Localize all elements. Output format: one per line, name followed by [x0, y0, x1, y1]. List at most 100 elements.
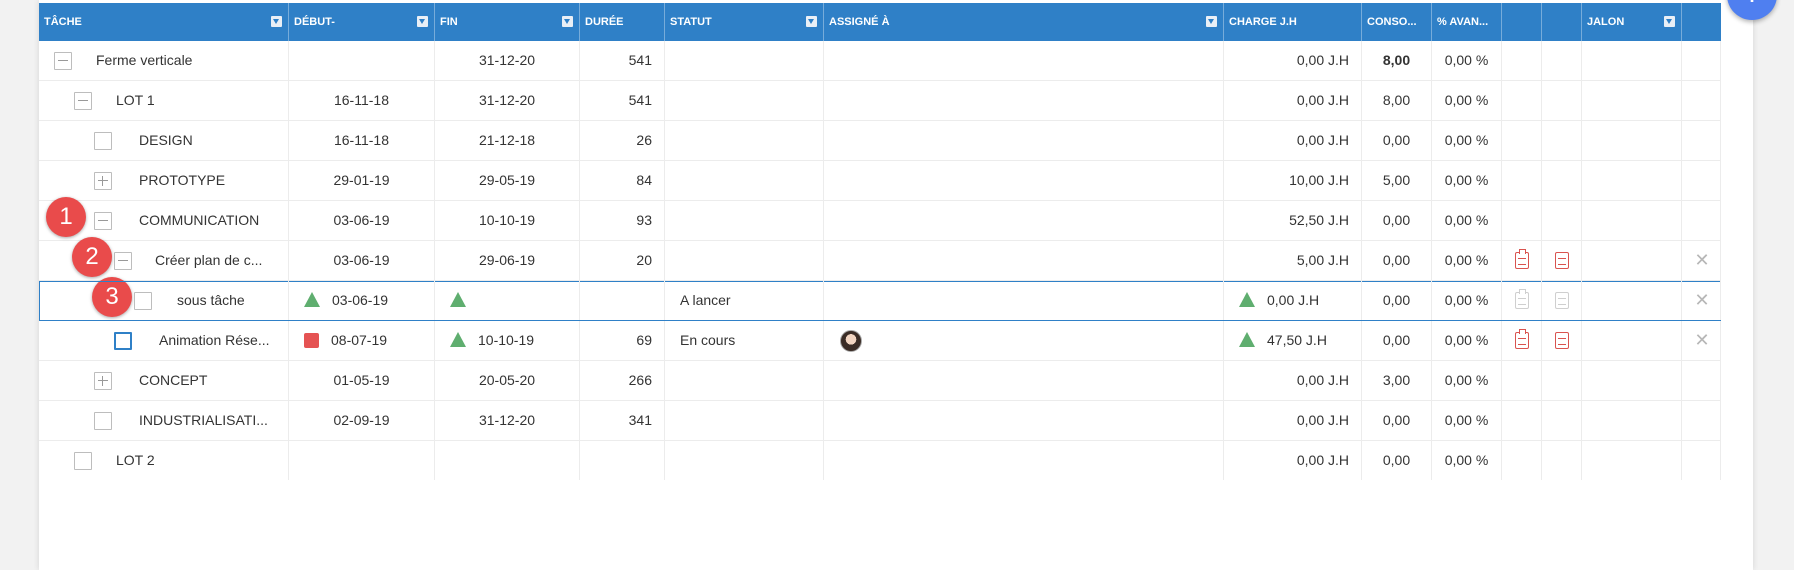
cell-debut-value: 08-07-19: [331, 332, 388, 348]
header-statut[interactable]: STATUT: [665, 3, 824, 41]
filter-icon[interactable]: [417, 16, 428, 27]
step-badge-1: 1: [46, 197, 86, 237]
cell-debut: 29-01-19: [289, 161, 435, 200]
table-row[interactable]: LOT 1 16-11-18 31-12-20 541 0,00 J.H 8,0…: [39, 81, 1721, 121]
task-name[interactable]: CONCEPT: [139, 361, 207, 400]
cell-debut: 02-09-19: [289, 401, 435, 440]
cell-avancement: 0,00 %: [1432, 121, 1502, 160]
cell-debut[interactable]: 08-07-19: [289, 321, 435, 360]
header-duree[interactable]: DURÉE: [580, 3, 665, 41]
cell-fin[interactable]: 10-10-19: [435, 321, 580, 360]
cell-conso: 8,00: [1362, 41, 1432, 80]
header-assigne[interactable]: ASSIGNÉ À: [824, 3, 1224, 41]
cell-action-1: [1502, 121, 1542, 160]
task-name[interactable]: Créer plan de c...: [155, 241, 262, 280]
task-panel: + TÂCHE DÉBUT- FIN DURÉE STATUT ASSIGNÉ …: [39, 0, 1777, 570]
collapse-icon[interactable]: [74, 92, 92, 110]
cell-statut[interactable]: A lancer: [665, 281, 824, 320]
clipboard-icon[interactable]: [1515, 329, 1529, 349]
filter-icon[interactable]: [806, 16, 817, 27]
collapse-icon[interactable]: [114, 252, 132, 270]
header-jalon[interactable]: JALON: [1582, 3, 1682, 41]
header-avancement[interactable]: % AVAN...: [1432, 3, 1502, 41]
note-icon[interactable]: [1555, 332, 1569, 349]
close-icon[interactable]: ✕: [1693, 291, 1711, 309]
close-icon[interactable]: ✕: [1693, 251, 1711, 269]
checkbox-icon[interactable]: [114, 332, 132, 350]
cell-jalon: [1582, 281, 1682, 320]
cell-jalon: [1582, 161, 1682, 200]
cell-debut: 16-11-18: [289, 81, 435, 120]
collapse-icon[interactable]: [94, 212, 112, 230]
cell-debut[interactable]: 03-06-19: [289, 281, 435, 320]
table-row[interactable]: Créer plan de c... 03-06-19 29-06-19 20 …: [39, 241, 1721, 281]
header-conso[interactable]: CONSO...: [1362, 3, 1432, 41]
task-name[interactable]: LOT 2: [116, 441, 155, 480]
close-icon[interactable]: ✕: [1693, 331, 1711, 349]
header-debut[interactable]: DÉBUT-: [289, 3, 435, 41]
expand-icon[interactable]: [94, 372, 112, 390]
task-name[interactable]: LOT 1: [116, 81, 155, 120]
cell-assigne: [824, 41, 1224, 80]
cell-statut[interactable]: En cours: [665, 321, 824, 360]
filter-icon[interactable]: [1664, 16, 1675, 27]
header-fin[interactable]: FIN: [435, 3, 580, 41]
task-name[interactable]: DESIGN: [139, 121, 193, 160]
filter-icon[interactable]: [562, 16, 573, 27]
cell-duree: 341: [580, 401, 665, 440]
task-name[interactable]: sous tâche: [177, 281, 245, 320]
checkbox-icon[interactable]: [134, 292, 152, 310]
cell-fin[interactable]: [435, 281, 580, 320]
cell-assigne[interactable]: [824, 281, 1224, 320]
checkbox-icon[interactable]: [94, 412, 112, 430]
cell-statut: [665, 241, 824, 280]
cell-debut: 01-05-19: [289, 361, 435, 400]
avatar[interactable]: [840, 330, 862, 352]
table-row[interactable]: Ferme verticale 31-12-20 541 0,00 J.H 8,…: [39, 41, 1721, 81]
checkbox-icon[interactable]: [74, 452, 92, 470]
cell-avancement: 0,00 %: [1432, 41, 1502, 80]
header-charge[interactable]: CHARGE J.H: [1224, 3, 1362, 41]
cell-action-3: [1682, 401, 1721, 440]
cell-action-1: [1502, 201, 1542, 240]
filter-icon[interactable]: [271, 16, 282, 27]
cell-jalon: [1582, 321, 1682, 360]
checkbox-icon[interactable]: [94, 132, 112, 150]
filter-icon[interactable]: [1206, 16, 1217, 27]
cell-action-3: [1682, 41, 1721, 80]
task-name[interactable]: COMMUNICATION: [139, 201, 259, 240]
task-name[interactable]: PROTOTYPE: [139, 161, 225, 200]
cell-statut: [665, 401, 824, 440]
red-square-icon: [304, 332, 319, 348]
table-row[interactable]: INDUSTRIALISATI... 02-09-19 31-12-20 341…: [39, 401, 1721, 441]
table-row[interactable]: PROTOTYPE 29-01-19 29-05-19 84 10,00 J.H…: [39, 161, 1721, 201]
clipboard-icon[interactable]: [1515, 289, 1529, 309]
table-row[interactable]: Animation Rése... 08-07-19 10-10-19 69 E…: [39, 321, 1721, 361]
cell-statut: [665, 81, 824, 120]
table-row[interactable]: DESIGN 16-11-18 21-12-18 26 0,00 J.H 0,0…: [39, 121, 1721, 161]
cell-debut: 03-06-19: [289, 201, 435, 240]
task-name[interactable]: Ferme verticale: [96, 41, 192, 80]
expand-icon[interactable]: [94, 172, 112, 190]
task-name[interactable]: Animation Rése...: [159, 321, 270, 360]
clipboard-icon[interactable]: [1515, 249, 1529, 269]
note-icon[interactable]: [1555, 252, 1569, 269]
table-row[interactable]: CONCEPT 01-05-19 20-05-20 266 0,00 J.H 3…: [39, 361, 1721, 401]
cell-duree[interactable]: [580, 281, 665, 320]
table-row[interactable]: LOT 2 0,00 J.H 0,00 0,00 %: [39, 441, 1721, 480]
collapse-icon[interactable]: [54, 52, 72, 70]
header-tache[interactable]: TÂCHE: [39, 3, 289, 41]
cell-assigne[interactable]: [824, 321, 1224, 360]
cell-fin: 31-12-20: [435, 41, 580, 80]
cell-charge[interactable]: 47,50 J.H: [1224, 321, 1362, 360]
cell-statut: [665, 41, 824, 80]
cell-duree: 84: [580, 161, 665, 200]
cell-duree: 266: [580, 361, 665, 400]
cell-charge[interactable]: 0,00 J.H: [1224, 281, 1362, 320]
note-icon[interactable]: [1555, 292, 1569, 309]
header-charge-label: CHARGE J.H: [1229, 16, 1297, 28]
add-task-button[interactable]: +: [1727, 0, 1777, 20]
task-name[interactable]: INDUSTRIALISATI...: [139, 401, 268, 440]
table-row-selected[interactable]: sous tâche 03-06-19 A lancer 0,00 J.H 0,…: [39, 281, 1721, 321]
table-row[interactable]: COMMUNICATION 03-06-19 10-10-19 93 52,50…: [39, 201, 1721, 241]
